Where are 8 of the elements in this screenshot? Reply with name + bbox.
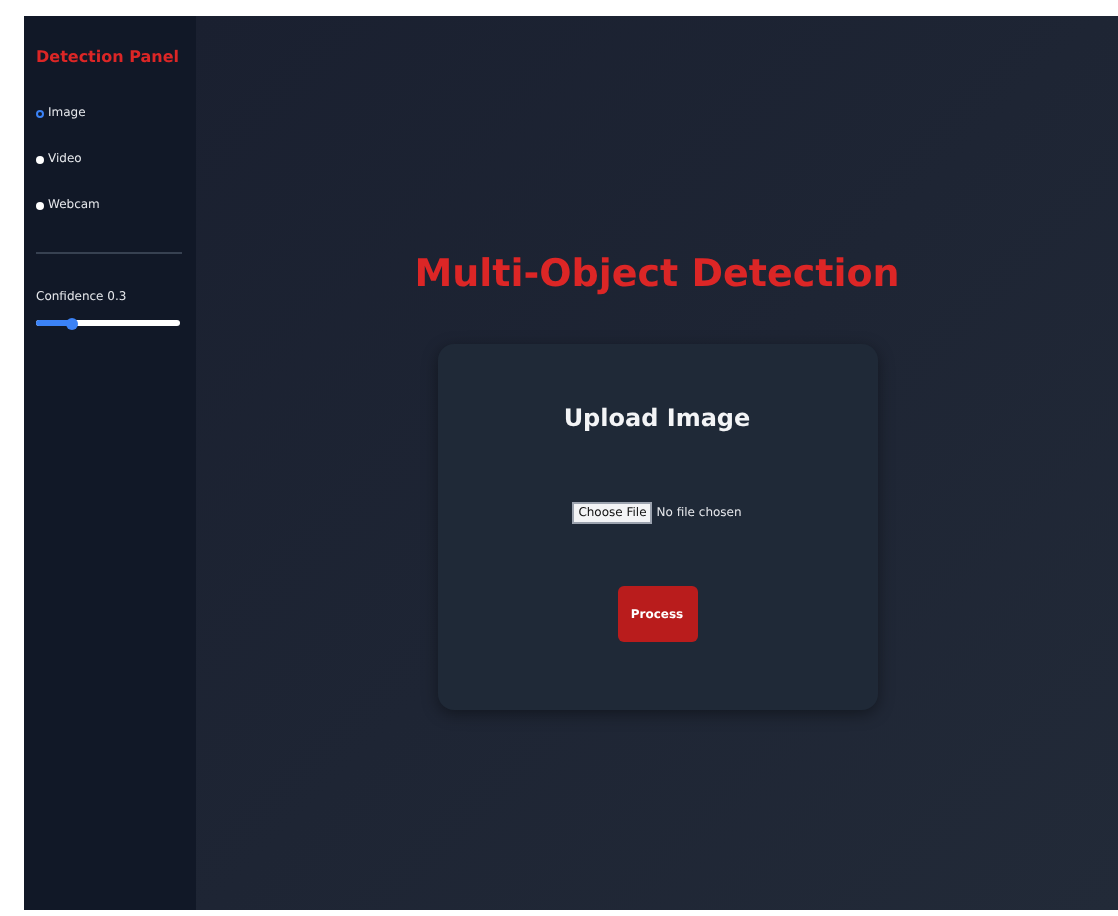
sidebar-title: Detection Panel — [36, 48, 182, 66]
slider-thumb[interactable] — [66, 317, 78, 329]
radio-button[interactable] — [36, 201, 44, 209]
confidence-slider[interactable] — [36, 320, 180, 326]
radio-button[interactable] — [36, 155, 44, 163]
page-title: Multi-Object Detection — [414, 252, 900, 296]
radio-button[interactable] — [36, 109, 44, 117]
card-title: Upload Image — [563, 404, 751, 432]
